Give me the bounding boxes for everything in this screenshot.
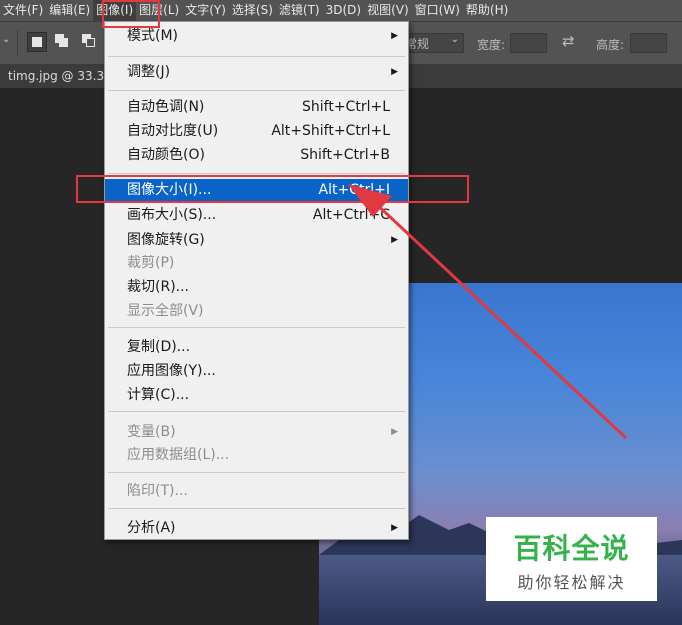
menu-item-adjustments[interactable]: 调整(J) ▶ [105, 61, 408, 83]
image-menu-dropdown: 模式(M) ▶ 调整(J) ▶ 自动色调(N) Shift+Ctrl+L 自动对… [104, 21, 409, 540]
menu-separator [108, 90, 405, 91]
submenu-arrow-icon: ▶ [391, 67, 398, 77]
menu-separator [108, 411, 405, 412]
menu-separator [108, 173, 405, 174]
menu-type[interactable]: 文字(Y) [182, 0, 229, 21]
submenu-arrow-icon: ▶ [391, 523, 398, 533]
menu-separator [108, 56, 405, 57]
height-field[interactable] [630, 33, 667, 53]
submenu-arrow-icon: ▶ [391, 235, 398, 245]
menu-item-image-rotation[interactable]: 图像旋转(G) ▶ [105, 229, 408, 251]
menu-edit[interactable]: 编辑(E) [46, 0, 93, 21]
menu-item-mode[interactable]: 模式(M) ▶ [105, 25, 408, 47]
annotation-box-image-size [76, 175, 469, 203]
menu-separator [108, 472, 405, 473]
watermark-badge: 百科全说 助你轻松解决 [486, 517, 657, 601]
menu-item-reveal-all[interactable]: 显示全部(V) [105, 300, 408, 322]
submenu-arrow-icon: ▶ [391, 427, 398, 437]
menu-item-analysis[interactable]: 分析(A) ▶ [105, 517, 408, 539]
menu-help[interactable]: 帮助(H) [463, 0, 511, 21]
subtract-selection-icon[interactable] [80, 32, 100, 52]
menu-item-apply-image[interactable]: 应用图像(Y)... [105, 360, 408, 382]
chevron-down-icon: ⌄ [450, 34, 459, 45]
menu-item-auto-contrast[interactable]: 自动对比度(U) Alt+Shift+Ctrl+L [105, 120, 408, 142]
menu-item-duplicate[interactable]: 复制(D)... [105, 336, 408, 358]
menu-item-crop[interactable]: 裁剪(P) [105, 252, 408, 274]
menu-item-calculations[interactable]: 计算(C)... [105, 384, 408, 406]
annotation-box-image-menu [102, 0, 160, 28]
width-field[interactable] [510, 33, 547, 53]
menu-separator [108, 327, 405, 328]
menu-window[interactable]: 窗口(W) [412, 0, 463, 21]
watermark-title: 百科全说 [513, 532, 630, 565]
menu-item-auto-tone[interactable]: 自动色调(N) Shift+Ctrl+L [105, 96, 408, 118]
new-selection-icon[interactable] [27, 32, 47, 52]
chevron-down-icon[interactable]: ⌄ [2, 34, 10, 45]
menu-item-variables[interactable]: 变量(B) ▶ [105, 421, 408, 443]
menu-item-canvas-size[interactable]: 画布大小(S)... Alt+Ctrl+C [105, 204, 408, 226]
menu-separator [108, 508, 405, 509]
menu-item-trim[interactable]: 裁切(R)... [105, 276, 408, 298]
watermark-subtitle: 助你轻松解决 [517, 573, 626, 592]
swap-arrows-icon[interactable]: ⇄ [562, 32, 575, 50]
style-select[interactable]: 常规 ⌄ [400, 33, 464, 53]
menu-item-apply-data-set[interactable]: 应用数据组(L)... [105, 444, 408, 466]
divider [17, 30, 18, 56]
menu-item-trap[interactable]: 陷印(T)... [105, 480, 408, 502]
document-tab[interactable]: timg.jpg @ 33.3% [0, 64, 104, 88]
add-selection-icon[interactable] [53, 32, 73, 52]
width-label: 宽度: [477, 38, 506, 52]
menu-filter[interactable]: 滤镜(T) [276, 0, 323, 21]
menu-3d[interactable]: 3D(D) [323, 0, 364, 21]
menu-file[interactable]: 文件(F) [0, 0, 46, 21]
menu-item-auto-color[interactable]: 自动颜色(O) Shift+Ctrl+B [105, 144, 408, 166]
menu-select[interactable]: 选择(S) [229, 0, 276, 21]
submenu-arrow-icon: ▶ [391, 31, 398, 41]
menu-view[interactable]: 视图(V) [364, 0, 412, 21]
height-label: 高度: [596, 38, 625, 52]
